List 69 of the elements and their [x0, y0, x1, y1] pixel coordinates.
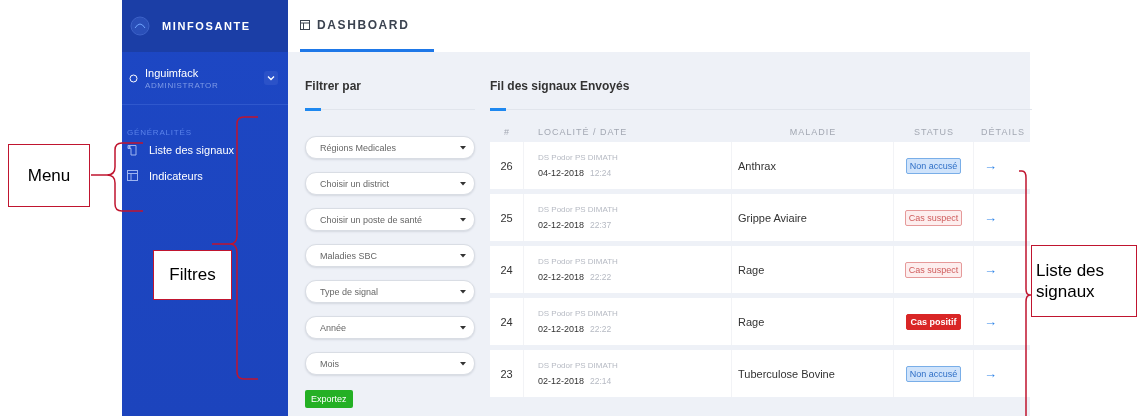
user-name: Inguimfack — [145, 66, 200, 79]
row-number: 25 — [490, 194, 524, 241]
disease-name: Anthrax — [738, 159, 776, 172]
user-status-icon — [129, 73, 138, 83]
caret-down-icon — [460, 289, 466, 294]
panel-title: Fil des signaux Envoyés — [490, 79, 631, 93]
caret-down-icon — [460, 145, 466, 150]
date-text: 02-12-2018 — [538, 376, 585, 386]
filter-dropdown[interactable]: Année — [305, 316, 475, 339]
status-badge: Cas suspect — [904, 209, 963, 226]
row-number: 24 — [490, 246, 524, 293]
disease-name: Rage — [738, 263, 765, 276]
time-text: 12:24 — [590, 168, 612, 178]
filter-dropdown[interactable]: Maladies SBC — [305, 244, 475, 267]
column-header: DÉTAILS — [980, 126, 1026, 139]
time-text: 22:22 — [590, 272, 612, 282]
layout-icon — [300, 19, 310, 30]
callout-label: Liste des signaux — [1031, 245, 1137, 317]
details-link[interactable]: → — [974, 314, 997, 329]
details-link[interactable]: → — [974, 210, 997, 225]
filter-dropdown[interactable]: Choisir un district — [305, 172, 475, 195]
user-role: ADMINISTRATOR — [145, 80, 220, 90]
column-header: LOCALITÉ / DATE — [537, 126, 629, 139]
status-badge: Non accusé — [905, 365, 962, 382]
callout-label: Menu — [8, 144, 90, 207]
panel-title: Filtrer par — [305, 79, 362, 93]
callout-label: Filtres — [153, 250, 232, 300]
filter-dropdown[interactable]: Mois — [305, 352, 475, 375]
caret-down-icon — [460, 217, 466, 222]
menu-item[interactable]: Liste des signaux — [122, 137, 288, 163]
caret-down-icon — [460, 361, 466, 366]
chevron-down-icon[interactable] — [267, 75, 275, 81]
column-header: STATUS — [912, 126, 956, 139]
filter-dropdown[interactable]: Régions Medicales — [305, 136, 475, 159]
document-icon — [127, 144, 138, 156]
disease-name: Grippe Aviaire — [738, 211, 807, 224]
details-link[interactable]: → — [974, 262, 997, 277]
row-number: 26 — [490, 142, 524, 189]
dashboard-tab[interactable]: DASHBOARD — [300, 0, 435, 52]
section-label: GÉNÉRALITÉS — [127, 128, 193, 137]
disease-name: Tuberculose Bovine — [738, 367, 835, 380]
status-badge: Non accusé — [905, 157, 962, 174]
brand-name: MINFOSANTE — [162, 20, 251, 32]
row-number: 23 — [490, 350, 524, 397]
status-badge: Cas suspect — [904, 261, 963, 278]
menu-item[interactable]: Indicateurs — [122, 163, 288, 189]
status-badge: Cas positif — [906, 313, 961, 330]
details-link[interactable]: → — [974, 158, 997, 173]
filter-dropdown[interactable]: Type de signal — [305, 280, 475, 303]
row-number: 24 — [490, 298, 524, 345]
title-accent — [490, 108, 506, 111]
time-text: 22:37 — [590, 220, 612, 230]
column-header: # — [503, 126, 511, 139]
caret-down-icon — [460, 325, 466, 330]
caret-down-icon — [460, 181, 466, 186]
caret-down-icon — [460, 253, 466, 258]
layout-icon — [127, 170, 138, 182]
logo-icon — [130, 16, 150, 36]
date-text: 02-12-2018 — [538, 220, 585, 230]
date-text: 02-12-2018 — [538, 324, 585, 334]
date-text: 02-12-2018 — [538, 272, 585, 282]
filter-dropdown[interactable]: Choisir un poste de santé — [305, 208, 475, 231]
date-text: 04-12-2018 — [538, 168, 585, 178]
disease-name: Rage — [738, 315, 765, 328]
column-header: MALADIE — [788, 126, 838, 139]
time-text: 22:22 — [590, 324, 612, 334]
title-accent — [305, 108, 321, 111]
time-text: 22:14 — [590, 376, 612, 386]
details-link[interactable]: → — [974, 366, 997, 381]
